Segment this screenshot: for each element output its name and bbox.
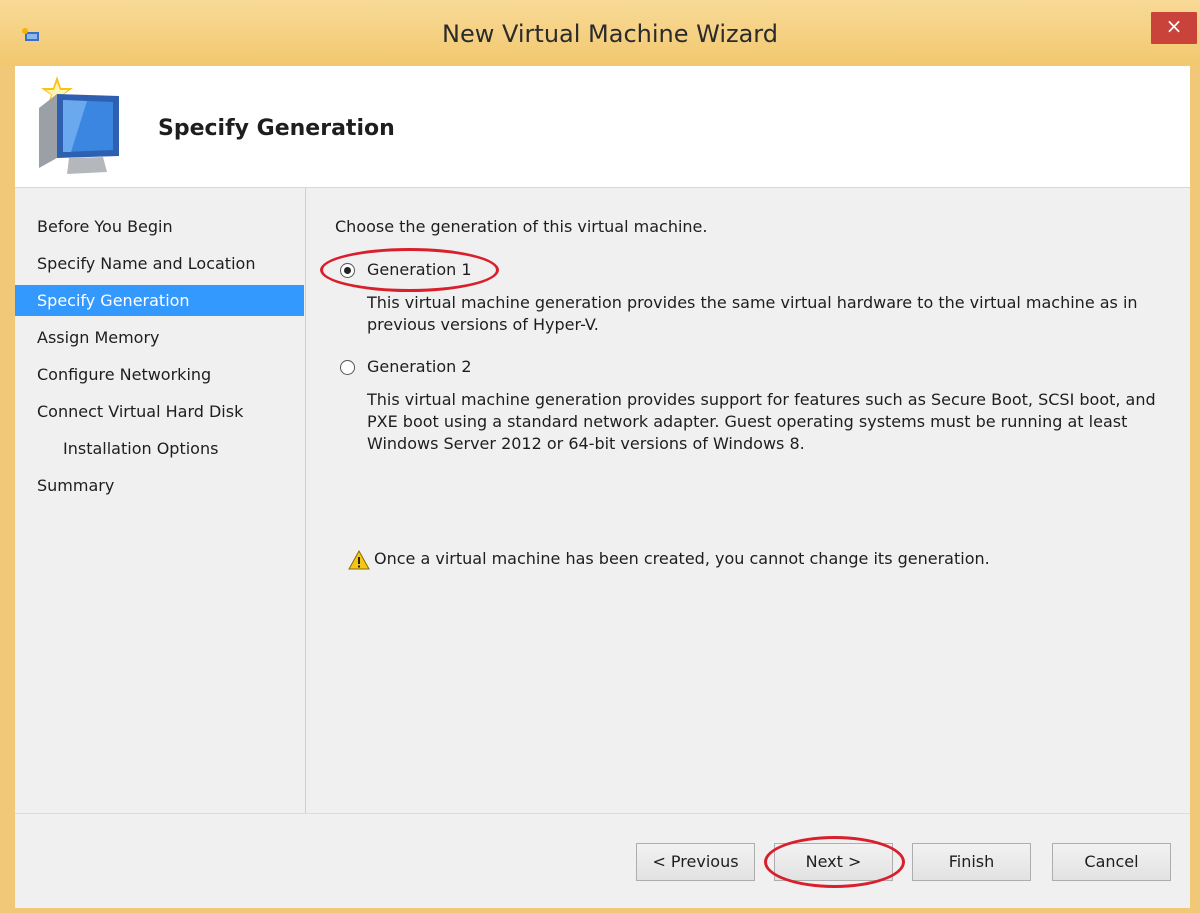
wizard-steps-nav: Before You Begin Specify Name and Locati… (15, 188, 306, 813)
generation-2-description-line-2: PXE boot using a standard network adapte… (367, 412, 1128, 431)
nav-item-configure-networking[interactable]: Configure Networking (15, 359, 304, 390)
generation-2-label[interactable]: Generation 2 (367, 356, 472, 378)
nav-item-assign-memory[interactable]: Assign Memory (15, 322, 304, 353)
next-button[interactable]: Next > (774, 843, 893, 881)
cancel-button[interactable]: Cancel (1052, 843, 1171, 881)
generation-2-description-line-1: This virtual machine generation provides… (367, 390, 1156, 409)
generation-panel: Choose the generation of this virtual ma… (320, 188, 1183, 808)
window-title: New Virtual Machine Wizard (442, 20, 778, 48)
generation-prompt: Choose the generation of this virtual ma… (335, 217, 708, 236)
nav-item-installation-options[interactable]: Installation Options (15, 433, 304, 464)
wizard-body: Specify Generation Before You Begin Spec… (15, 66, 1190, 908)
close-icon: × (1165, 14, 1183, 38)
nav-item-specify-generation[interactable]: Specify Generation (15, 285, 304, 316)
generation-1-radio[interactable] (340, 263, 355, 278)
page-title: Specify Generation (158, 116, 395, 141)
nav-item-specify-name-and-location[interactable]: Specify Name and Location (15, 248, 304, 279)
generation-2-radio[interactable] (340, 360, 355, 375)
warning-text: Once a virtual machine has been created,… (374, 549, 990, 568)
warning-icon (348, 550, 370, 570)
nav-item-before-you-begin[interactable]: Before You Begin (15, 211, 304, 242)
previous-button[interactable]: < Previous (636, 843, 755, 881)
radio-selected-dot (344, 267, 351, 274)
finish-button[interactable]: Finish (912, 843, 1031, 881)
generation-2-description-line-3: Windows Server 2012 or 64-bit versions o… (367, 434, 805, 453)
generation-1-label[interactable]: Generation 1 (367, 259, 472, 281)
close-button[interactable]: × (1151, 12, 1197, 44)
nav-item-connect-virtual-hard-disk[interactable]: Connect Virtual Hard Disk (15, 396, 304, 427)
footer-separator (15, 813, 1190, 814)
generation-1-description-line-2: previous versions of Hyper-V. (367, 315, 599, 334)
monitor-star-icon (39, 76, 119, 174)
title-bar[interactable]: New Virtual Machine Wizard × (0, 0, 1200, 66)
generation-1-description-line-1: This virtual machine generation provides… (367, 293, 1138, 312)
wizard-window: New Virtual Machine Wizard × Specify Gen… (0, 0, 1200, 913)
nav-item-summary[interactable]: Summary (15, 470, 304, 501)
wizard-header: Specify Generation (15, 66, 1190, 188)
